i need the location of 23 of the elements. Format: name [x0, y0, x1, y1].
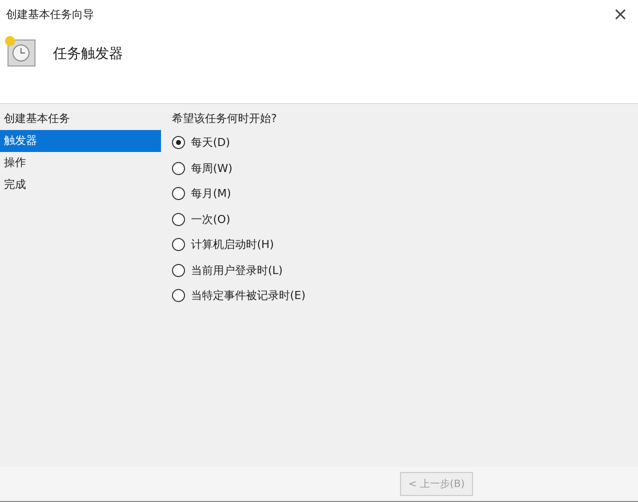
step-item[interactable]: 创建基本任务: [0, 108, 161, 130]
radio-button[interactable]: [172, 162, 185, 175]
option-label[interactable]: 计算机启动时(H): [191, 237, 274, 252]
clock-icon: [3, 34, 37, 68]
question-label: 希望该任务何时开始?: [172, 111, 278, 127]
step-item[interactable]: 触发器: [0, 130, 161, 152]
radio-button[interactable]: [172, 136, 185, 150]
option-label[interactable]: 当前用户登录时(L): [191, 262, 283, 278]
step-item[interactable]: 操作: [0, 152, 161, 174]
radio-button[interactable]: [172, 187, 185, 200]
option-label[interactable]: 每周(W): [191, 160, 232, 176]
step-item[interactable]: 完成: [0, 174, 161, 196]
option-label[interactable]: 当特定事件被记录时(E): [191, 288, 306, 304]
radio-button[interactable]: [172, 238, 185, 252]
page-title: 任务触发器: [53, 45, 123, 63]
radio-button[interactable]: [172, 264, 185, 277]
radio-button[interactable]: [172, 212, 185, 226]
option-label[interactable]: 每天(D): [191, 135, 230, 150]
option-label[interactable]: 一次(O): [191, 212, 230, 227]
window-title: 创建基本任务向导: [6, 6, 94, 22]
close-button[interactable]: ×: [608, 4, 632, 24]
option-label[interactable]: 每月(M): [191, 186, 232, 202]
radio-button[interactable]: [172, 289, 185, 302]
